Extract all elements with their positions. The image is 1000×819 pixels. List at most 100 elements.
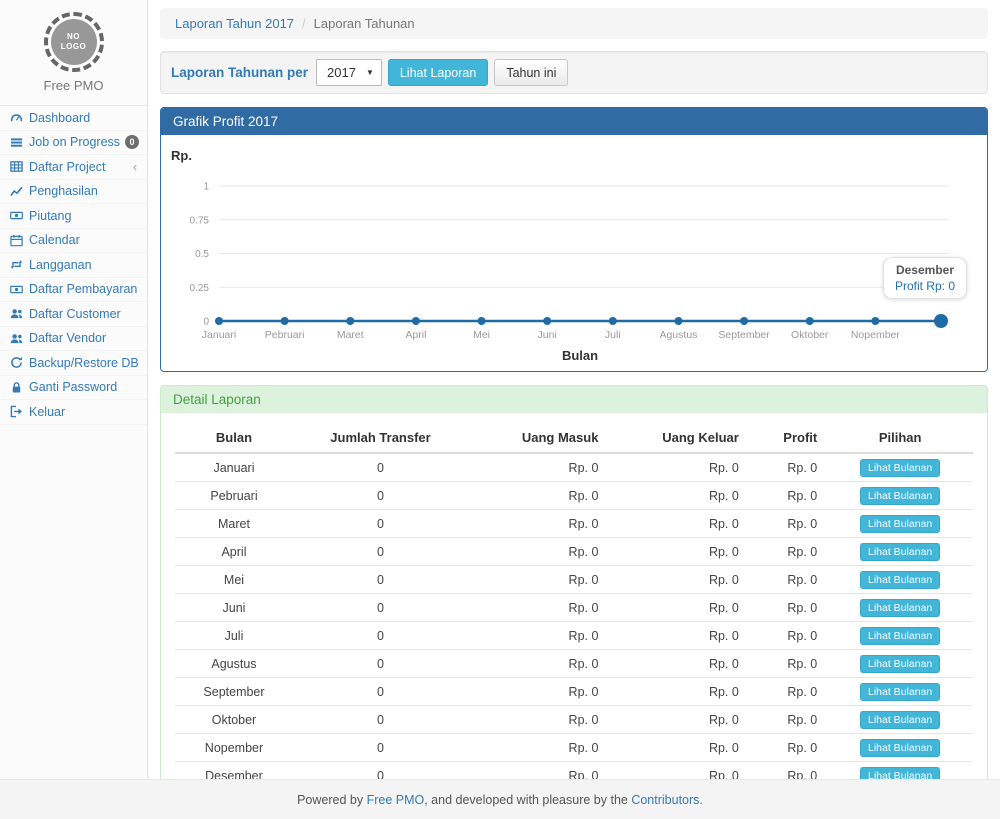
sidebar-item-label: Job on Progress [29, 135, 125, 149]
lihat-bulanan-button[interactable]: Lihat Bulanan [860, 543, 940, 561]
lihat-bulanan-button[interactable]: Lihat Bulanan [860, 739, 940, 757]
users-icon [9, 307, 23, 321]
table-row: Maret0Rp. 0Rp. 0Rp. 0Lihat Bulanan [175, 510, 973, 538]
tooltip-value: Profit Rp: 0 [895, 279, 955, 293]
svg-text:Juni: Juni [538, 329, 557, 341]
sidebar-item-penghasilan[interactable]: Penghasilan [0, 180, 147, 205]
lihat-bulanan-button[interactable]: Lihat Bulanan [860, 655, 940, 673]
cell-jumlah-transfer: 0 [293, 650, 468, 678]
cell-uang-keluar: Rp. 0 [608, 538, 748, 566]
table-row: April0Rp. 0Rp. 0Rp. 0Lihat Bulanan [175, 538, 973, 566]
sidebar-item-piutang[interactable]: Piutang [0, 204, 147, 229]
sidebar-item-label: Daftar Vendor [29, 331, 139, 345]
lihat-bulanan-button[interactable]: Lihat Bulanan [860, 487, 940, 505]
sidebar-item-keluar[interactable]: Keluar [0, 400, 147, 425]
money-icon [9, 282, 23, 296]
svg-text:Mei: Mei [473, 329, 490, 341]
lihat-bulanan-button[interactable]: Lihat Bulanan [860, 627, 940, 645]
column-header-uang-keluar: Uang Keluar [608, 423, 748, 453]
cell-bulan: April [175, 538, 293, 566]
lihat-bulanan-button[interactable]: Lihat Bulanan [860, 711, 940, 729]
lihat-bulanan-button[interactable]: Lihat Bulanan [860, 571, 940, 589]
cell-jumlah-transfer: 0 [293, 734, 468, 762]
cell-uang-keluar: Rp. 0 [608, 762, 748, 780]
lihat-bulanan-button[interactable]: Lihat Bulanan [860, 767, 940, 780]
cell-uang-masuk: Rp. 0 [468, 482, 608, 510]
cell-uang-masuk: Rp. 0 [468, 650, 608, 678]
monthly-report-table: BulanJumlah TransferUang MasukUang Kelua… [175, 423, 973, 779]
cell-bulan: Mei [175, 566, 293, 594]
cell-profit: Rp. 0 [749, 510, 827, 538]
svg-text:0.75: 0.75 [190, 215, 210, 226]
free-pmo-link[interactable]: Free PMO [367, 793, 425, 807]
cell-uang-keluar: Rp. 0 [608, 482, 748, 510]
cell-bulan: Oktober [175, 706, 293, 734]
svg-text:0.5: 0.5 [195, 249, 209, 260]
cell-profit: Rp. 0 [749, 706, 827, 734]
table-row: Agustus0Rp. 0Rp. 0Rp. 0Lihat Bulanan [175, 650, 973, 678]
cell-bulan: Desember [175, 762, 293, 780]
sidebar-item-backup-restore-db[interactable]: Backup/Restore DB [0, 351, 147, 376]
app-window: NOLOGO Free PMO DashboardJob on Progress… [0, 0, 1000, 819]
cell-uang-keluar: Rp. 0 [608, 622, 748, 650]
table-row: Juni0Rp. 0Rp. 0Rp. 0Lihat Bulanan [175, 594, 973, 622]
sidebar-item-dashboard[interactable]: Dashboard [0, 106, 147, 131]
cell-bulan: September [175, 678, 293, 706]
table-row: Nopember0Rp. 0Rp. 0Rp. 0Lihat Bulanan [175, 734, 973, 762]
breadcrumb-link-laporan-tahun[interactable]: Laporan Tahun 2017 [175, 16, 294, 31]
cell-jumlah-transfer: 0 [293, 678, 468, 706]
retweet-icon [9, 258, 23, 272]
lihat-bulanan-button[interactable]: Lihat Bulanan [860, 683, 940, 701]
column-header-pilihan: Pilihan [827, 423, 973, 453]
sidebar-item-langganan[interactable]: Langganan [0, 253, 147, 278]
sidebar-item-job-on-progress[interactable]: Job on Progress0 [0, 131, 147, 156]
cell-jumlah-transfer: 0 [293, 453, 468, 482]
signout-icon [9, 405, 23, 419]
cell-jumlah-transfer: 0 [293, 622, 468, 650]
table-row: Mei0Rp. 0Rp. 0Rp. 0Lihat Bulanan [175, 566, 973, 594]
sidebar-item-ganti-password[interactable]: Ganti Password [0, 376, 147, 401]
sidebar-item-label: Piutang [29, 209, 139, 223]
cell-uang-masuk: Rp. 0 [468, 538, 608, 566]
sidebar-item-label: Daftar Project [29, 160, 133, 174]
calendar-icon [9, 233, 23, 247]
sidebar-item-daftar-pembayaran[interactable]: Daftar Pembayaran [0, 278, 147, 303]
lihat-bulanan-button[interactable]: Lihat Bulanan [860, 515, 940, 533]
column-header-bulan: Bulan [175, 423, 293, 453]
svg-text:Nopember: Nopember [851, 329, 901, 341]
sidebar-item-label: Daftar Pembayaran [29, 282, 139, 296]
lihat-laporan-button[interactable]: Lihat Laporan [388, 59, 488, 86]
tooltip-month: Desember [895, 263, 955, 277]
tasks-icon [9, 135, 23, 149]
lihat-bulanan-button[interactable]: Lihat Bulanan [860, 459, 940, 477]
cell-profit: Rp. 0 [749, 622, 827, 650]
lihat-bulanan-button[interactable]: Lihat Bulanan [860, 599, 940, 617]
svg-text:0: 0 [203, 317, 209, 328]
column-header-profit: Profit [749, 423, 827, 453]
chart-hover-tooltip: Desember Profit Rp: 0 [883, 257, 967, 299]
cell-uang-masuk: Rp. 0 [468, 762, 608, 780]
sidebar-item-daftar-vendor[interactable]: Daftar Vendor [0, 327, 147, 352]
year-select[interactable]: 2017 ▼ [316, 59, 382, 86]
cell-profit: Rp. 0 [749, 678, 827, 706]
cell-uang-keluar: Rp. 0 [608, 706, 748, 734]
svg-text:April: April [405, 329, 426, 341]
cell-jumlah-transfer: 0 [293, 566, 468, 594]
cell-jumlah-transfer: 0 [293, 538, 468, 566]
cell-jumlah-transfer: 0 [293, 510, 468, 538]
cell-profit: Rp. 0 [749, 594, 827, 622]
profit-chart-panel: Grafik Profit 2017 Rp.10.750.50.250Janua… [160, 107, 988, 372]
sidebar-item-daftar-project[interactable]: Daftar Project‹ [0, 155, 147, 180]
svg-text:1: 1 [203, 182, 209, 193]
sidebar-item-label: Daftar Customer [29, 307, 139, 321]
cell-uang-keluar: Rp. 0 [608, 510, 748, 538]
users-icon [9, 331, 23, 345]
cell-uang-masuk: Rp. 0 [468, 566, 608, 594]
sidebar-item-daftar-customer[interactable]: Daftar Customer [0, 302, 147, 327]
report-filter-bar: Laporan Tahunan per 2017 ▼ Lihat Laporan… [160, 51, 988, 94]
cell-profit: Rp. 0 [749, 538, 827, 566]
tahun-ini-button[interactable]: Tahun ini [494, 59, 568, 86]
contributors-link[interactable]: Contributors. [631, 793, 703, 807]
cell-bulan: Januari [175, 453, 293, 482]
sidebar-item-calendar[interactable]: Calendar [0, 229, 147, 254]
